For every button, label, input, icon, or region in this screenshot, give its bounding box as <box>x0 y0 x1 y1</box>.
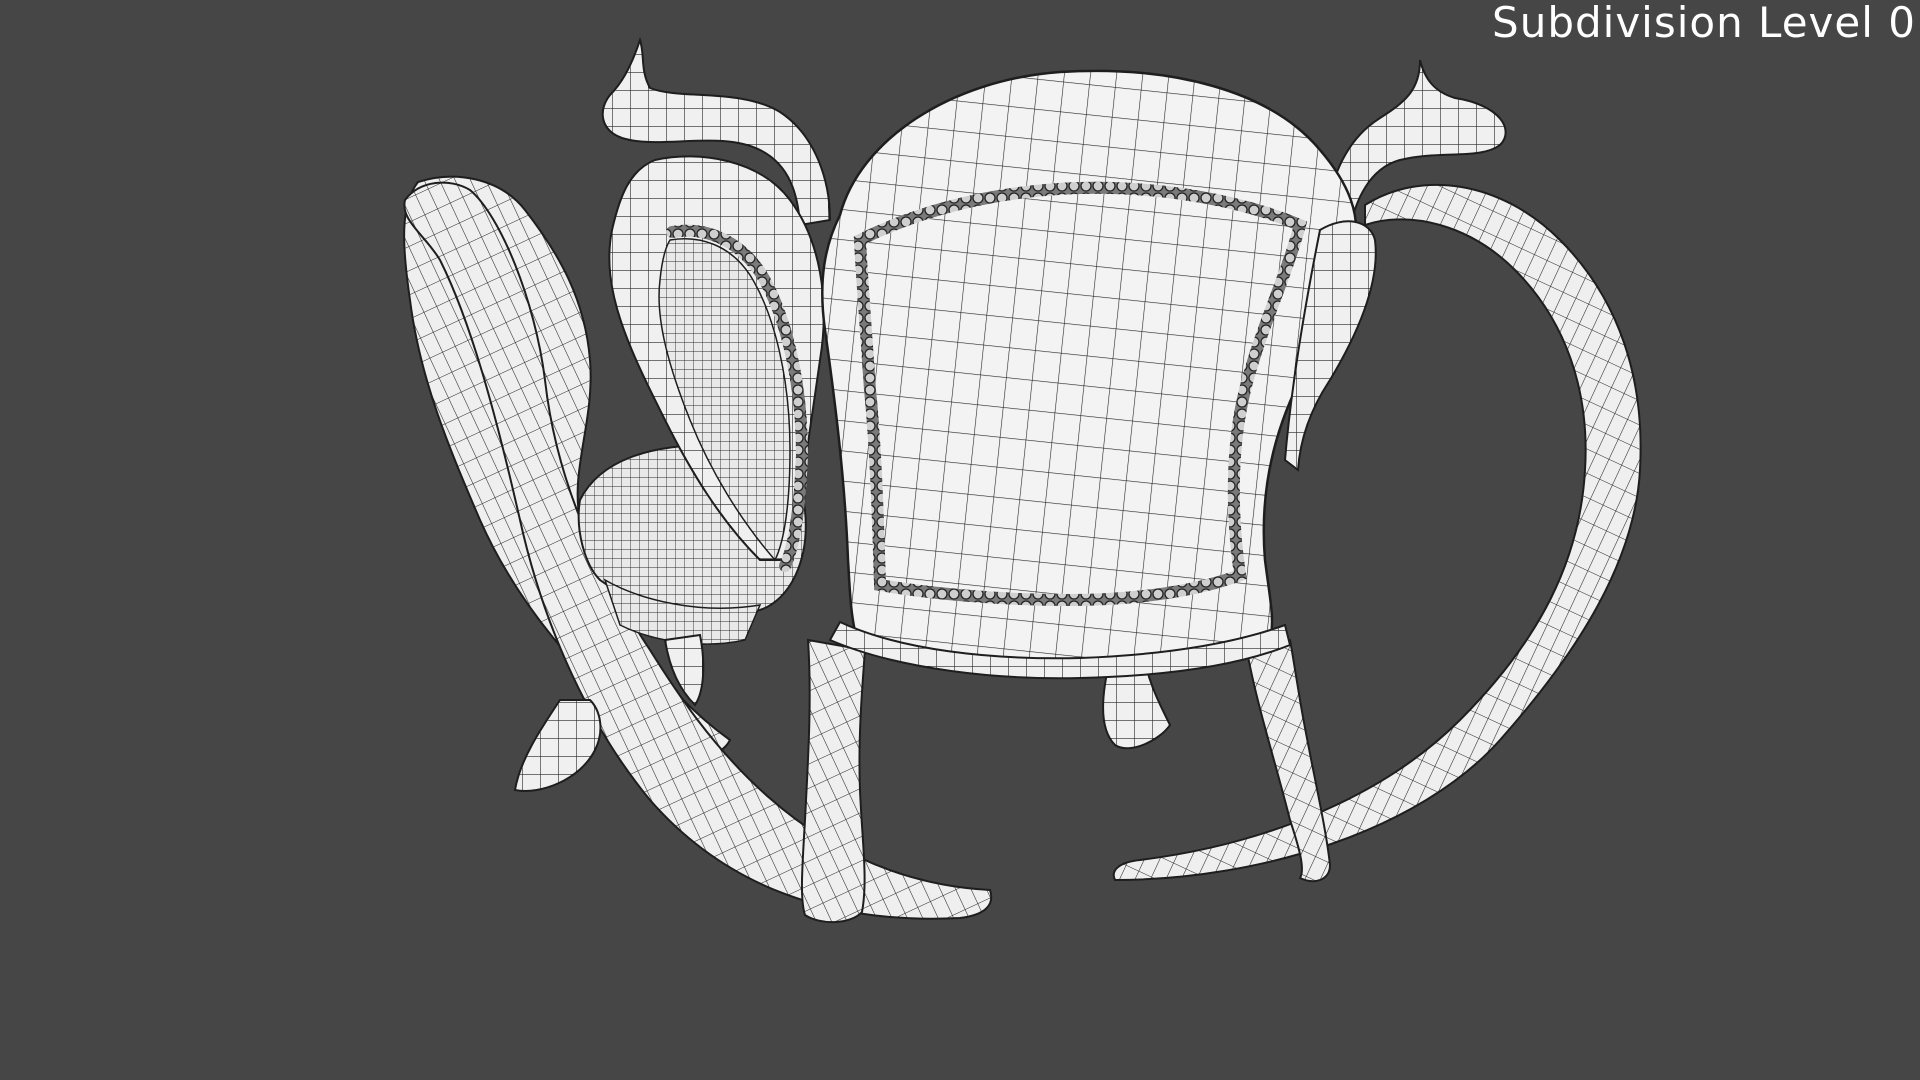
back-left-leg <box>800 638 867 924</box>
3d-viewport[interactable]: Subdivision Level 0 <box>0 0 1920 1080</box>
left-front-leg <box>513 699 602 792</box>
chair-model[interactable] <box>0 0 1920 1080</box>
